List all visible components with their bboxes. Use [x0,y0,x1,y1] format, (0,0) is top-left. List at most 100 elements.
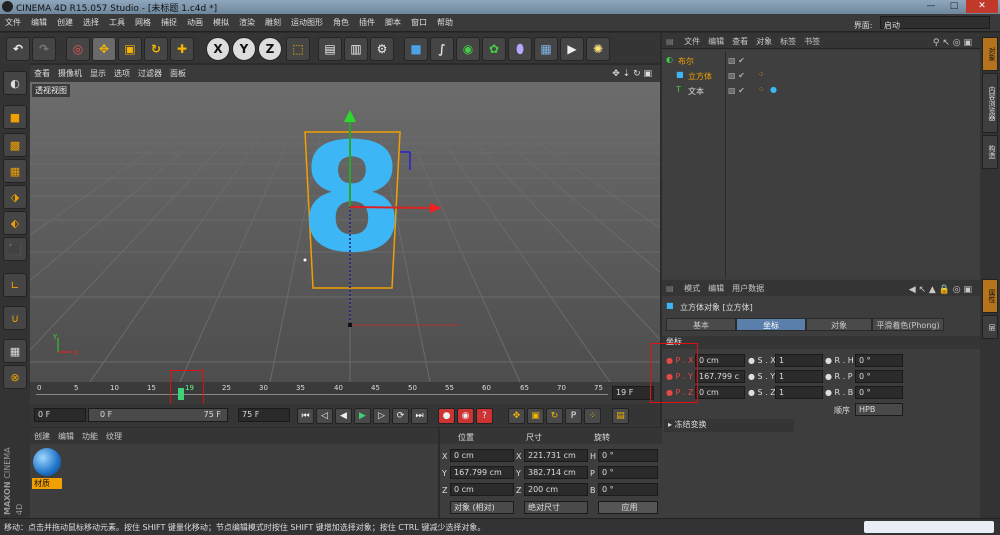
material-slot[interactable]: 材质 [32,448,62,492]
attr-pos-x[interactable]: 0 cm [695,354,745,367]
attr-menu-userdata[interactable]: 用户数据 [728,280,768,294]
scale-tool-icon[interactable]: ▣ [118,37,142,61]
phong-tag-icon[interactable]: ⁘ [758,85,765,94]
menu-window[interactable]: 窗口 [406,14,432,28]
vp-menu-camera[interactable]: 摄像机 [54,65,86,79]
tab-basic[interactable]: 基本 [666,318,736,331]
tab-objects-vertical[interactable]: 对象 [982,37,998,71]
snap-icon[interactable]: ▦ [3,339,27,363]
minimize-button[interactable]: — [920,0,942,13]
om-menu-file[interactable]: 文件 [680,33,704,47]
edges-mode-icon[interactable]: ⬖ [3,211,27,235]
tab-phong[interactable]: 平滑着色(Phong) [872,318,944,331]
vp-menu-filter[interactable]: 过滤器 [134,65,166,79]
menu-render[interactable]: 渲染 [234,14,260,28]
subdivision-icon[interactable]: ◉ [456,37,480,61]
mat-menu-create[interactable]: 创建 [30,428,54,442]
coord-size-x[interactable]: 221.731 cm [524,449,588,462]
vp-menu-options[interactable]: 选项 [110,65,134,79]
redo-icon[interactable]: ↷ [32,37,56,61]
coord-size-mode-select[interactable]: 绝对尺寸 [524,501,588,514]
attr-nav-icons[interactable]: ◀ ↖ ▲ 🔒 ◎ ▣ [905,282,976,295]
end-frame-field[interactable]: 75 F [238,408,290,422]
menu-mesh[interactable]: 网格 [130,14,156,28]
visibility-icon[interactable]: ▧ ✔ [728,56,745,65]
next-frame-icon[interactable]: ▷ [373,408,390,424]
menu-help[interactable]: 帮助 [432,14,458,28]
attr-menu-mode[interactable]: 模式 [680,280,704,294]
attr-pos-z[interactable]: 0 cm [695,386,745,399]
make-editable-icon[interactable]: ◐ [3,71,27,95]
visibility-icon[interactable]: ▧ ✔ [728,71,745,80]
menu-create[interactable]: 创建 [52,14,78,28]
menu-snap[interactable]: 捕捉 [156,14,182,28]
menu-mograph[interactable]: 运动图形 [286,14,328,28]
attr-scale-y[interactable]: 1 [775,370,823,383]
key-points-icon[interactable]: ⁘ [584,408,601,424]
play-icon[interactable]: ▶ [354,408,371,424]
goto-end-icon[interactable]: ⏭ [411,408,428,424]
menu-simulate[interactable]: 模拟 [208,14,234,28]
keyframe-selection-icon[interactable]: ? [476,408,493,424]
live-selection-icon[interactable]: ◎ [66,37,90,61]
mat-menu-edit[interactable]: 编辑 [54,428,78,442]
attr-menu-edit[interactable]: 编辑 [704,280,728,294]
render-picture-viewer-icon[interactable]: ▥ [344,37,368,61]
autokey-icon[interactable]: ◉ [457,408,474,424]
coord-size-y[interactable]: 382.714 cm [524,466,588,479]
points-mode-icon[interactable]: ⬗ [3,185,27,209]
undo-icon[interactable]: ↶ [6,37,30,61]
frame-range-slider[interactable]: 0 F 75 F [88,408,228,422]
locked-workplane-icon[interactable]: ⊗ [3,365,27,389]
interface-select[interactable]: 启动 [880,16,990,30]
key-scale-icon[interactable]: ▣ [527,408,544,424]
menu-file[interactable]: 文件 [0,14,26,28]
tab-structure[interactable]: 构造 [982,135,998,169]
menu-character[interactable]: 角色 [328,14,354,28]
rotation-order-select[interactable]: HPB [855,403,903,416]
scheme-icon[interactable]: ▤ [612,408,629,424]
cube-object-icon[interactable]: ■ [404,37,428,61]
maximize-button[interactable]: □ [943,0,965,13]
render-settings-icon[interactable]: ⚙ [370,37,394,61]
menu-script[interactable]: 脚本 [380,14,406,28]
vp-menu-display[interactable]: 显示 [86,65,110,79]
ime-toolbar[interactable] [864,521,994,533]
object-row-text[interactable]: T 文本 ▧ ✔ ⁘ ● [662,85,980,98]
spline-pen-icon[interactable]: ∫ [430,37,454,61]
polygons-mode-icon[interactable]: ⬛ [3,237,27,261]
rotate-tool-icon[interactable]: ↻ [144,37,168,61]
material-tag-icon[interactable]: ● [770,85,777,94]
workplane-icon[interactable]: ▦ [3,159,27,183]
prev-frame-icon[interactable]: ◀ [335,408,352,424]
om-menu-bookmark[interactable]: 书签 [800,33,824,47]
om-menu-tag[interactable]: 标签 [776,33,800,47]
om-menu-edit[interactable]: 编辑 [704,33,728,47]
perspective-viewport[interactable]: 8 Y X 透视视图 [30,82,660,382]
tab-layers[interactable]: 层 [982,315,998,339]
deformer-icon[interactable]: ⬮ [508,37,532,61]
freeze-transform-section[interactable]: ▸ 冻结变换 [664,419,794,432]
start-frame-field[interactable]: 0 F [34,408,86,422]
move-tool-icon[interactable]: ✥ [92,37,116,61]
phong-tag-icon[interactable]: ⁘ [758,70,765,79]
current-frame-field[interactable]: 19 F [612,386,654,400]
axis-mode-icon[interactable]: ∟ [3,273,27,297]
goto-start-icon[interactable]: ⏮ [297,408,314,424]
coord-pos-x[interactable]: 0 cm [450,449,514,462]
menu-animate[interactable]: 动画 [182,14,208,28]
vp-menu-panel[interactable]: 面板 [166,65,190,79]
menu-sculpt[interactable]: 雕刻 [260,14,286,28]
next-key-icon[interactable]: ⟳ [392,408,409,424]
model-mode-icon[interactable]: ■ [3,105,27,129]
attr-pos-y[interactable]: 167.799 c [695,370,745,383]
key-param-icon[interactable]: P [565,408,582,424]
x-axis-lock-button[interactable]: X [206,37,230,61]
text-object-8[interactable]: 8 [300,112,404,286]
tab-content-browser[interactable]: 内容浏览器 [982,73,998,133]
coordinate-system-icon[interactable]: ⬚ [286,37,310,61]
coord-size-z[interactable]: 200 cm [524,483,588,496]
attr-rot-p[interactable]: 0 ° [855,370,903,383]
menu-select[interactable]: 选择 [78,14,104,28]
object-row-cube[interactable]: ■ 立方体 ▧ ✔ ⁘ [662,70,980,83]
